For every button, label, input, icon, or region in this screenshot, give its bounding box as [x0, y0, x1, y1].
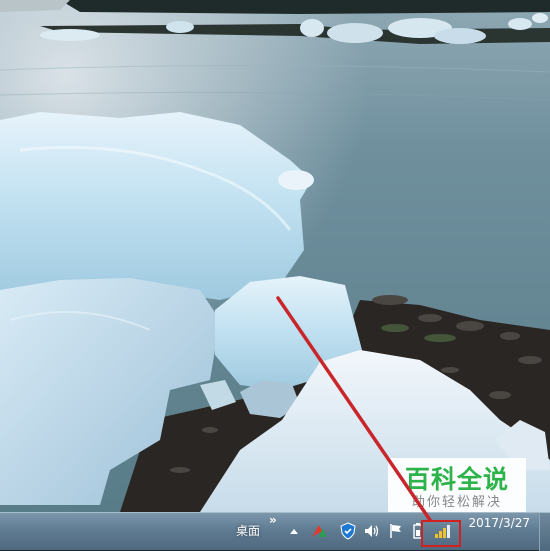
clock-date: 2017/3/27 — [468, 516, 530, 530]
taskbar: 桌面 » 2017/3/27 — [0, 512, 550, 551]
desktop-toolbar-label[interactable]: 桌面 — [236, 522, 260, 539]
volume-icon[interactable] — [363, 522, 381, 540]
baike-watermark: 百科全说 助你轻松解决 — [388, 458, 526, 520]
antivirus-icon[interactable] — [310, 522, 328, 540]
show-desktop-button[interactable] — [539, 513, 550, 551]
toolbar-overflow-chevron-icon[interactable]: » — [269, 513, 277, 527]
show-hidden-icons-arrow-icon[interactable] — [288, 522, 306, 540]
security-shield-icon[interactable] — [339, 522, 357, 540]
desktop-wallpaper — [0, 0, 550, 512]
network-icon-highlight-box — [421, 520, 461, 547]
watermark-title: 百科全说 — [404, 465, 509, 494]
system-clock[interactable]: 2017/3/27 — [462, 515, 530, 531]
watermark-subtitle: 助你轻松解决 — [411, 495, 502, 510]
action-center-flag-icon[interactable] — [387, 522, 405, 540]
